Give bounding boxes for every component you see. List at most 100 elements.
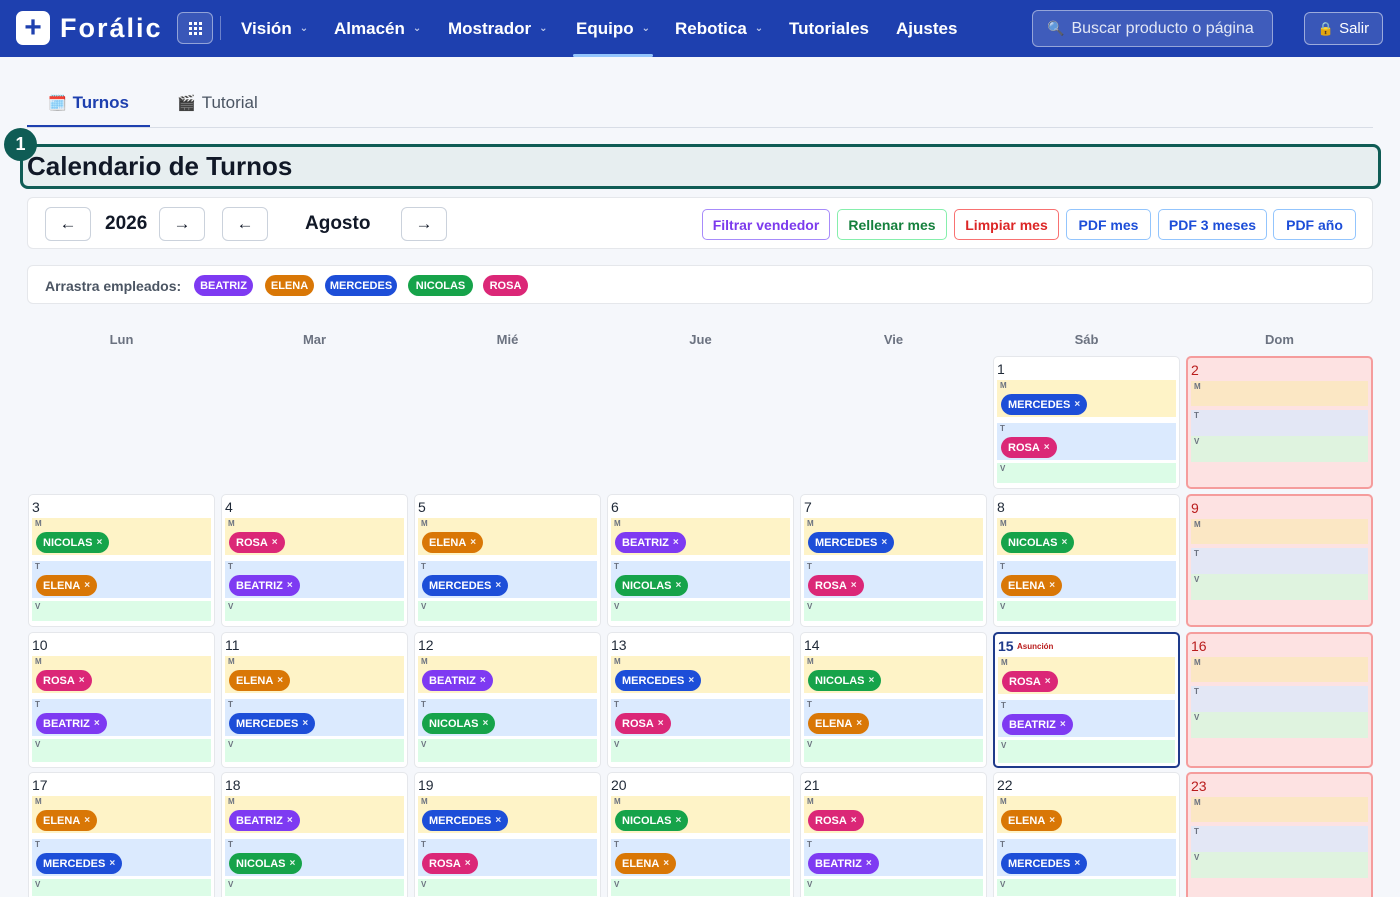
shift-slot-m[interactable]: M MERCEDES × — [611, 656, 790, 693]
tab-turnos[interactable]: 🗓️ Turnos — [27, 80, 150, 127]
remove-icon[interactable]: × — [287, 815, 293, 826]
shift-chip-nicolas[interactable]: NICOLAS × — [808, 670, 882, 691]
prev-year-button[interactable]: ← — [45, 207, 91, 241]
shift-slot-v[interactable]: V — [32, 739, 211, 762]
shift-chip-mercedes[interactable]: MERCEDES × — [422, 810, 509, 831]
calendar-day-9[interactable]: 9 M T V — [1186, 494, 1373, 627]
shift-chip-mercedes[interactable]: MERCEDES × — [229, 713, 316, 734]
remove-icon[interactable]: × — [109, 858, 115, 869]
calendar-day-8[interactable]: 8 M NICOLAS × T ELENA × V — [993, 494, 1180, 627]
calendar-day-21[interactable]: 21 M ROSA × T BEATRIZ × V — [800, 772, 987, 897]
shift-chip-rosa[interactable]: ROSA × — [36, 670, 92, 691]
calendar-day-6[interactable]: 6 M BEATRIZ × T NICOLAS × V — [607, 494, 794, 627]
shift-chip-rosa[interactable]: ROSA × — [808, 810, 864, 831]
shift-slot-m[interactable]: M ROSA × — [225, 518, 404, 555]
shift-slot-v[interactable]: V — [611, 739, 790, 762]
calendar-day-3[interactable]: 3 M NICOLAS × T ELENA × V — [28, 494, 215, 627]
remove-icon[interactable]: × — [94, 718, 100, 729]
shift-slot-t[interactable]: T ROSA × — [997, 423, 1176, 460]
shift-chip-rosa[interactable]: ROSA × — [229, 532, 285, 553]
shift-slot-t[interactable]: T ROSA × — [611, 699, 790, 736]
shift-slot-v[interactable]: V — [1191, 852, 1368, 878]
drag-employee-beatriz[interactable]: BEATRIZ — [194, 275, 253, 296]
shift-chip-nicolas[interactable]: NICOLAS × — [422, 713, 496, 734]
remove-icon[interactable]: × — [1049, 815, 1055, 826]
shift-slot-m[interactable]: M ROSA × — [804, 796, 983, 833]
shift-slot-v[interactable]: V — [418, 601, 597, 621]
shift-slot-t[interactable]: T BEATRIZ × — [804, 839, 983, 876]
shift-chip-elena[interactable]: ELENA × — [229, 670, 291, 691]
remove-icon[interactable]: × — [302, 718, 308, 729]
shift-slot-t[interactable]: T NICOLAS × — [225, 839, 404, 876]
remove-icon[interactable]: × — [1045, 676, 1051, 687]
remove-icon[interactable]: × — [673, 537, 679, 548]
shift-slot-t[interactable]: T ROSA × — [804, 561, 983, 598]
shift-slot-v[interactable]: V — [997, 879, 1176, 896]
calendar-day-22[interactable]: 22 M ELENA × T MERCEDES × V — [993, 772, 1180, 897]
shift-chip-elena[interactable]: ELENA × — [422, 532, 484, 553]
prev-month-button[interactable]: ← — [222, 207, 268, 241]
nav-item-almacen[interactable]: Almacén ⌄ — [334, 0, 421, 57]
pdf-year-button[interactable]: PDF año — [1273, 209, 1356, 240]
remove-icon[interactable]: × — [676, 580, 682, 591]
calendar-day-4[interactable]: 4 M ROSA × T BEATRIZ × V — [221, 494, 408, 627]
remove-icon[interactable]: × — [495, 580, 501, 591]
calendar-day-2[interactable]: 2 M T V — [1186, 356, 1373, 489]
calendar-day-17[interactable]: 17 M ELENA × T MERCEDES × V — [28, 772, 215, 897]
shift-chip-mercedes[interactable]: MERCEDES × — [422, 575, 509, 596]
shift-slot-m[interactable]: M BEATRIZ × — [418, 656, 597, 693]
nav-item-equipo[interactable]: Equipo ⌄ — [573, 0, 653, 57]
shift-chip-elena[interactable]: ELENA × — [1001, 810, 1063, 831]
shift-slot-v[interactable]: V — [32, 601, 211, 621]
shift-slot-t[interactable]: T ELENA × — [804, 699, 983, 736]
shift-slot-m[interactable]: M NICOLAS × — [997, 518, 1176, 555]
shift-slot-v[interactable]: V — [611, 879, 790, 896]
shift-slot-m[interactable]: M NICOLAS × — [32, 518, 211, 555]
calendar-day-20[interactable]: 20 M NICOLAS × T ELENA × V — [607, 772, 794, 897]
drag-employee-elena[interactable]: ELENA — [265, 275, 314, 296]
nav-item-ajustes[interactable]: Ajustes — [896, 0, 957, 57]
calendar-day-13[interactable]: 13 M MERCEDES × T ROSA × V — [607, 632, 794, 768]
shift-slot-m[interactable]: M BEATRIZ × — [611, 518, 790, 555]
shift-slot-t[interactable]: T ELENA × — [997, 561, 1176, 598]
shift-slot-m[interactable]: M — [1191, 381, 1368, 406]
shift-slot-t[interactable]: T BEATRIZ × — [225, 561, 404, 598]
shift-slot-v[interactable]: V — [997, 601, 1176, 621]
remove-icon[interactable]: × — [869, 675, 875, 686]
nav-item-rebotica[interactable]: Rebotica ⌄ — [675, 0, 763, 57]
remove-icon[interactable]: × — [1062, 537, 1068, 548]
shift-slot-t[interactable]: T ROSA × — [418, 839, 597, 876]
remove-icon[interactable]: × — [79, 675, 85, 686]
shift-chip-mercedes[interactable]: MERCEDES × — [808, 532, 895, 553]
shift-slot-m[interactable]: M NICOLAS × — [804, 656, 983, 693]
pdf-3-months-button[interactable]: PDF 3 meses — [1158, 209, 1267, 240]
next-year-button[interactable]: → — [159, 207, 205, 241]
remove-icon[interactable]: × — [676, 815, 682, 826]
shift-slot-v[interactable]: V — [225, 601, 404, 621]
calendar-day-12[interactable]: 12 M BEATRIZ × T NICOLAS × V — [414, 632, 601, 768]
shift-chip-rosa[interactable]: ROSA × — [615, 713, 671, 734]
shift-slot-t[interactable]: T MERCEDES × — [418, 561, 597, 598]
calendar-day-1[interactable]: 1 M MERCEDES × T ROSA × V — [993, 356, 1180, 489]
shift-slot-v[interactable]: V — [225, 879, 404, 896]
calendar-day-23[interactable]: 23 M T V — [1186, 772, 1373, 897]
drag-employee-nicolas[interactable]: NICOLAS — [408, 275, 473, 296]
shift-slot-v[interactable]: V — [997, 463, 1176, 483]
shift-slot-m[interactable]: M BEATRIZ × — [225, 796, 404, 833]
calendar-day-19[interactable]: 19 M MERCEDES × T ROSA × V — [414, 772, 601, 897]
shift-slot-v[interactable]: V — [804, 879, 983, 896]
remove-icon[interactable]: × — [84, 580, 90, 591]
shift-slot-m[interactable]: M — [1191, 657, 1368, 682]
remove-icon[interactable]: × — [658, 718, 664, 729]
shift-slot-t[interactable]: T BEATRIZ × — [998, 700, 1175, 737]
shift-chip-mercedes[interactable]: MERCEDES × — [615, 670, 702, 691]
shift-slot-t[interactable]: T MERCEDES × — [32, 839, 211, 876]
shift-slot-v[interactable]: V — [418, 879, 597, 896]
shift-chip-nicolas[interactable]: NICOLAS × — [36, 532, 110, 553]
remove-icon[interactable]: × — [1049, 580, 1055, 591]
remove-icon[interactable]: × — [84, 815, 90, 826]
calendar-day-11[interactable]: 11 M ELENA × T MERCEDES × V — [221, 632, 408, 768]
drag-employee-rosa[interactable]: ROSA — [483, 275, 528, 296]
calendar-day-7[interactable]: 7 M MERCEDES × T ROSA × V — [800, 494, 987, 627]
shift-chip-rosa[interactable]: ROSA × — [422, 853, 478, 874]
